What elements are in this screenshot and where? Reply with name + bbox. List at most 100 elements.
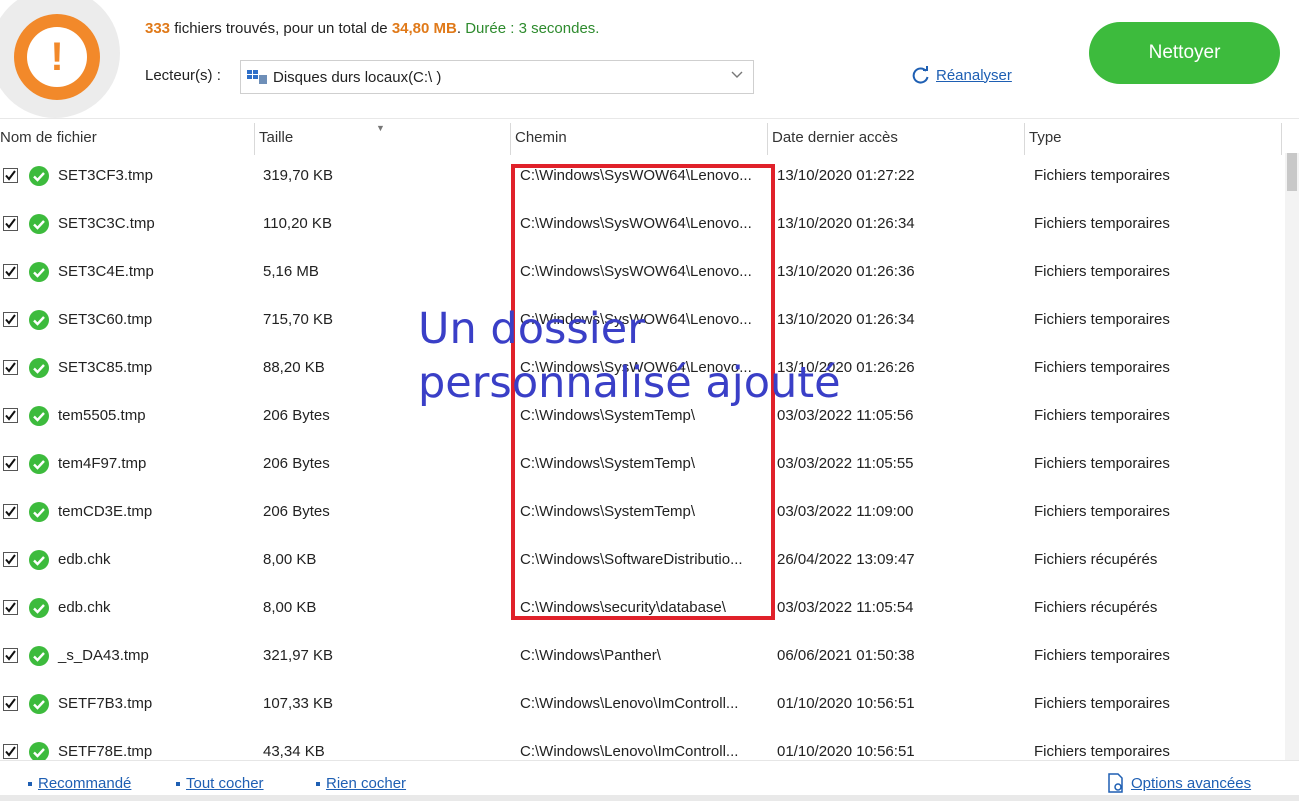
tout-cocher-link[interactable]: Tout cocher [176,775,264,792]
scan-summary: 333 fichiers trouvés, pour un total de 3… [145,20,599,37]
bullet-icon [176,781,180,786]
chevron-down-icon [731,71,743,78]
recommande-label: Recommandé [38,775,132,792]
check-circle-icon [29,262,49,282]
checkmark-icon [5,650,16,661]
table-row[interactable]: _s_DA43.tmp 321,97 KB C:\Windows\Panther\ 0… [0,633,1285,681]
nettoyer-button[interactable]: Nettoyer [1089,22,1280,84]
bullet-icon [316,781,320,786]
row-checkbox[interactable] [3,744,18,759]
last-access-date: 13/10/2020 01:26:36 [777,263,915,280]
check-circle-icon [29,310,49,330]
check-circle-icon [29,742,49,760]
check-circle-icon [29,166,49,186]
file-count-text: fichiers trouvés, pour un total de [174,20,388,37]
scrollbar-thumb[interactable] [1287,153,1297,191]
file-type: Fichiers temporaires [1034,359,1170,376]
file-size: 5,16 MB [263,263,319,280]
file-name: temCD3E.tmp [58,503,153,520]
rien-cocher-label: Rien cocher [326,775,407,792]
file-count: 333 [145,20,171,37]
row-checkbox[interactable] [3,360,18,375]
last-access-date: 03/03/2022 11:09:00 [777,503,914,520]
file-name: SET3C85.tmp [58,359,153,376]
checkmark-icon [5,266,16,277]
reanalyser-link[interactable]: Réanalyser [912,66,1012,84]
row-checkbox[interactable] [3,552,18,567]
last-access-date: 03/03/2022 11:05:54 [777,599,914,616]
recommande-link[interactable]: Recommandé [28,775,131,792]
column-header-path[interactable]: Chemin [515,129,567,146]
checkmark-icon [5,410,16,421]
column-divider[interactable] [1024,123,1025,155]
scan-duration: Durée : 3 secondes. [465,20,600,37]
vertical-scrollbar[interactable] [1285,153,1299,760]
column-header-name[interactable]: Nom de fichier [0,129,97,146]
row-checkbox[interactable] [3,216,18,231]
row-checkbox[interactable] [3,648,18,663]
column-divider[interactable] [767,123,768,155]
file-type: Fichiers temporaires [1034,263,1170,280]
last-access-date: 06/06/2021 01:50:38 [777,647,915,664]
file-size: 206 Bytes [263,503,330,520]
file-name: SET3C3C.tmp [58,215,155,232]
file-size: 8,00 KB [263,599,317,616]
file-name: SET3C4E.tmp [58,263,154,280]
file-type: Fichiers temporaires [1034,311,1170,328]
column-header-size[interactable]: Taille [259,129,293,146]
column-header-type[interactable]: Type [1029,129,1062,146]
column-divider[interactable] [1281,123,1282,155]
reanalyser-label: Réanalyser [936,66,1012,84]
file-name: SETF7B3.tmp [58,695,153,712]
file-name: SETF78E.tmp [58,743,153,760]
total-size: 34,80 MB [391,20,457,37]
file-size: 8,00 KB [263,551,317,568]
file-type: Fichiers temporaires [1034,215,1170,232]
checkmark-icon [5,362,16,373]
table-row[interactable]: SETF7B3.tmp 107,33 KB C:\Windows\Lenovo\Im… [0,681,1285,729]
file-type: Fichiers temporaires [1034,407,1170,424]
column-divider[interactable] [510,123,511,155]
row-checkbox[interactable] [3,504,18,519]
check-circle-icon [29,550,49,570]
file-type: Fichiers temporaires [1034,695,1170,712]
drive-select-value: Disques durs locaux(C:\ ) [273,68,442,86]
drive-label: Lecteur(s) : [145,67,221,84]
file-size: 107,33 KB [263,695,334,712]
file-type: Fichiers temporaires [1034,647,1170,664]
file-name: SET3CF3.tmp [58,167,154,184]
file-size: 88,20 KB [263,359,325,376]
row-checkbox[interactable] [3,312,18,327]
last-access-date: 26/04/2022 13:09:47 [777,551,915,568]
column-divider[interactable] [254,123,255,155]
row-checkbox[interactable] [3,456,18,471]
row-checkbox[interactable] [3,264,18,279]
file-size: 319,70 KB [263,167,334,184]
row-checkbox[interactable] [3,600,18,615]
file-size: 321,97 KB [263,647,334,664]
warning-icon: ! [14,14,100,100]
check-circle-icon [29,454,49,474]
row-checkbox[interactable] [3,696,18,711]
bullet-icon [28,781,32,786]
file-type: Fichiers temporaires [1034,743,1170,760]
check-circle-icon [29,646,49,666]
tout-cocher-label: Tout cocher [186,775,264,792]
column-header-date[interactable]: Date dernier accès [772,129,898,146]
annotation-line: Un dossier [418,304,645,354]
summary-separator: . [456,20,462,37]
rien-cocher-link[interactable]: Rien cocher [316,775,406,792]
row-checkbox[interactable] [3,168,18,183]
file-type: Fichiers récupérés [1034,599,1158,616]
file-size: 206 Bytes [263,407,330,424]
drive-select[interactable]: Disques durs locaux(C:\ ) [240,60,754,94]
check-circle-icon [29,502,49,522]
window-bottom-edge [0,795,1299,801]
file-path: C:\Windows\Lenovo\ImControll... [520,695,739,712]
row-checkbox[interactable] [3,408,18,423]
table-row[interactable]: SETF78E.tmp 43,34 KB C:\Windows\Lenovo\ImC… [0,729,1285,760]
file-name: SET3C60.tmp [58,311,153,328]
check-circle-icon [29,358,49,378]
checkmark-icon [5,506,16,517]
options-avancees-link[interactable]: Options avancées [1107,773,1251,793]
